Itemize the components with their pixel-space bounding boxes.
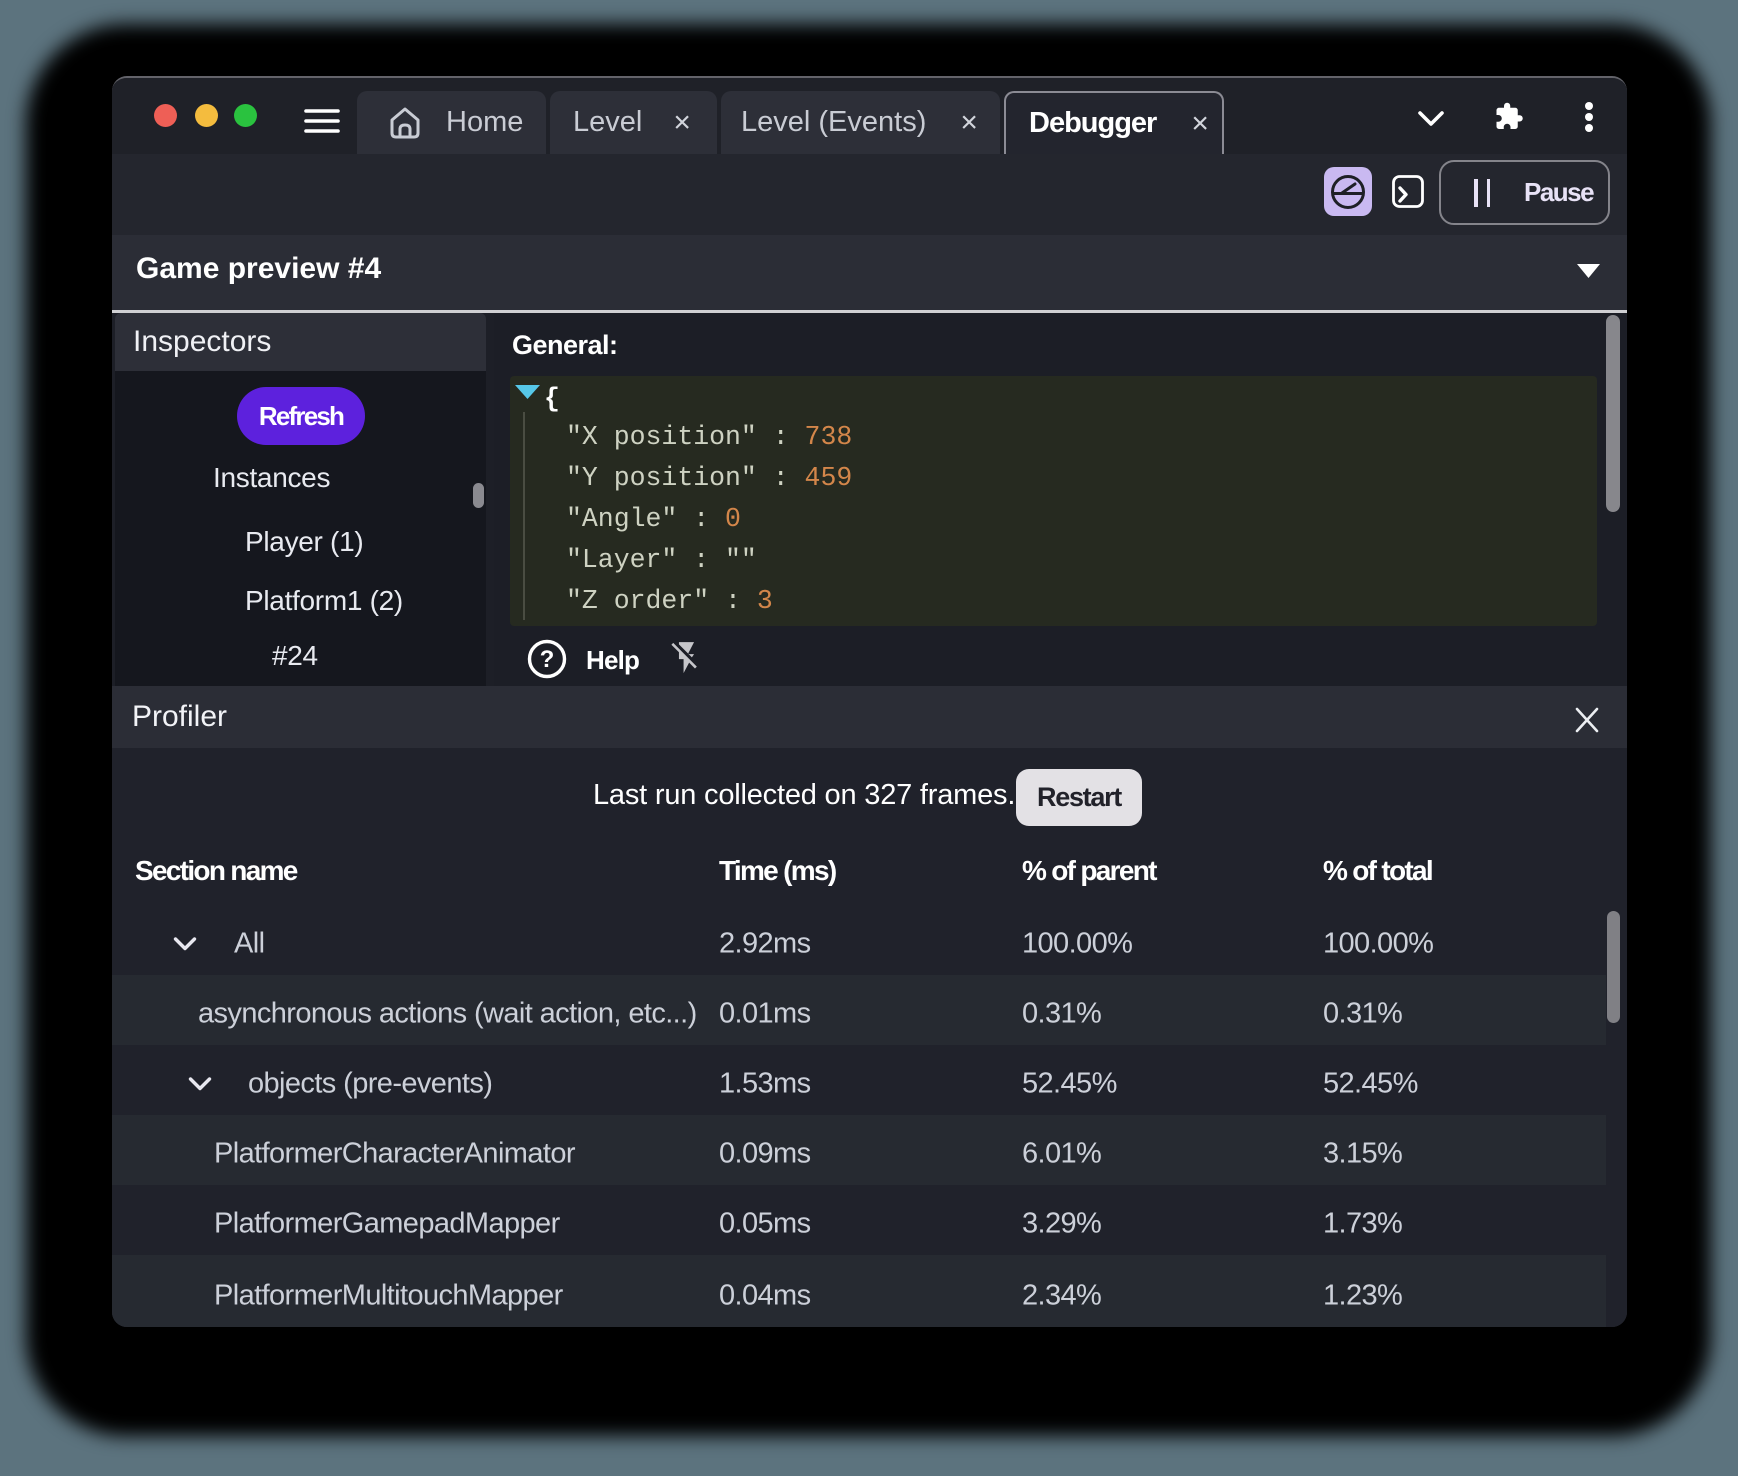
svg-text:?: ? (540, 646, 555, 673)
